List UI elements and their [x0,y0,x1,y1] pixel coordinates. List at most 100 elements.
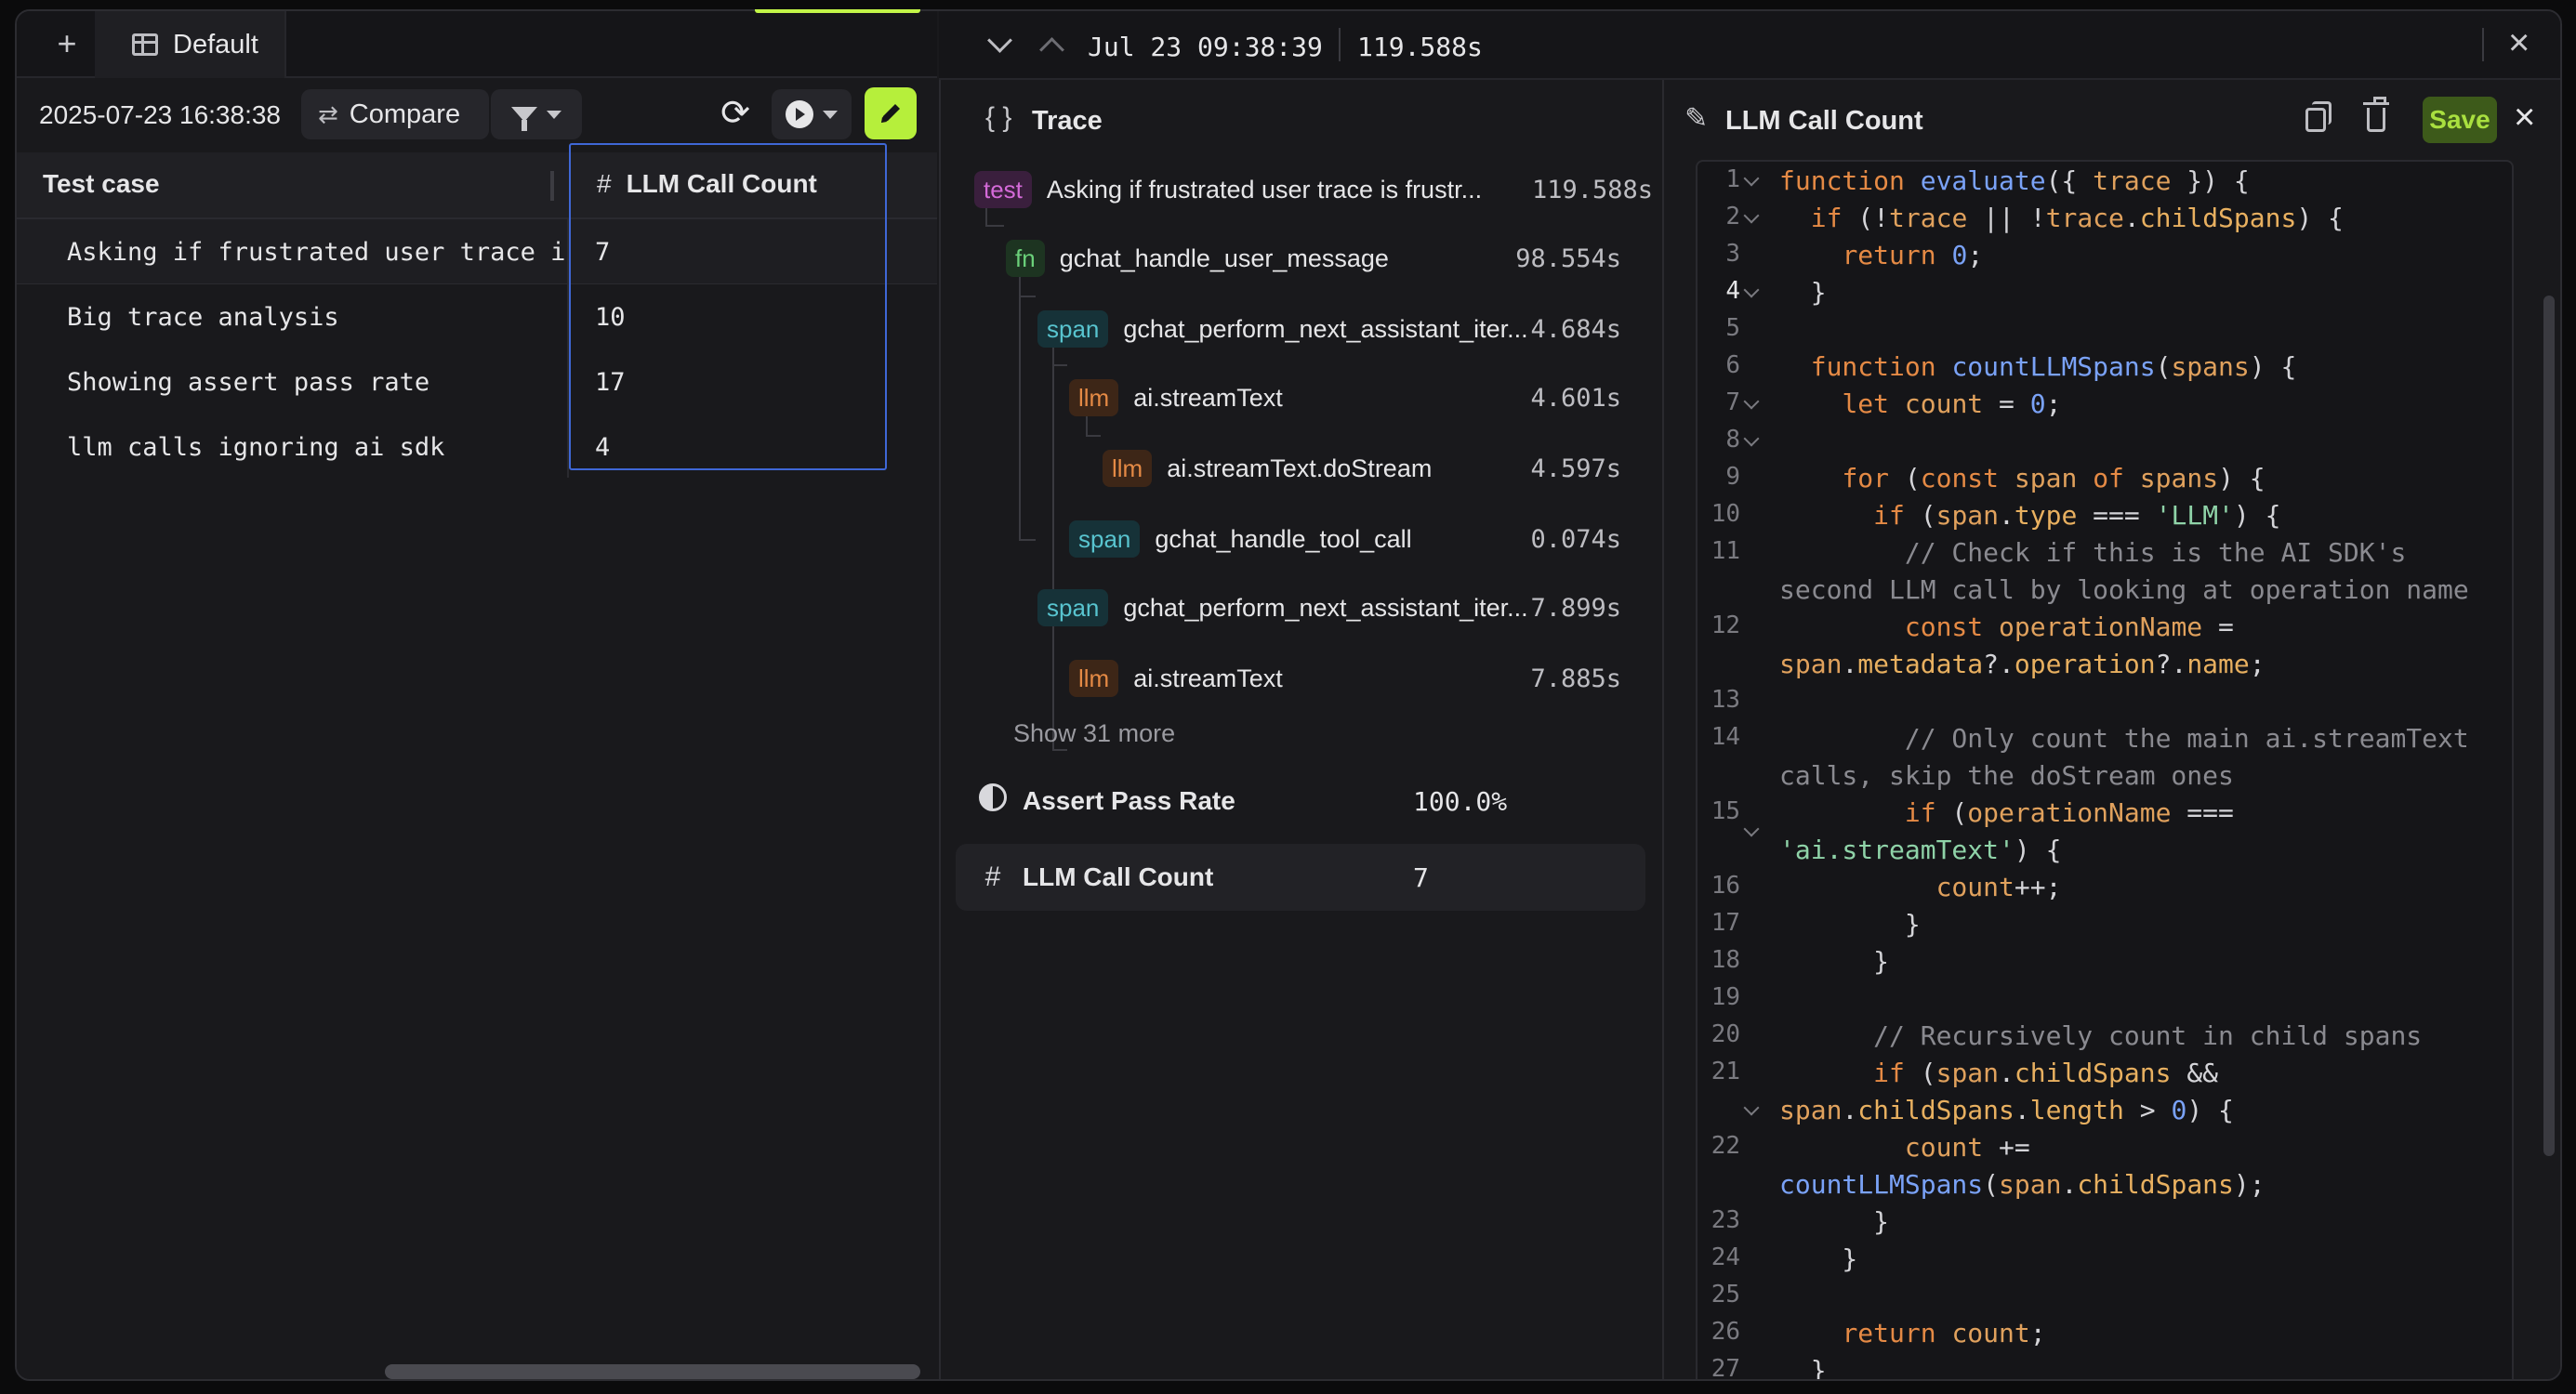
tree-line [1052,749,1067,751]
score-name: Assert Pass Rate [1023,786,1235,815]
show-more-link[interactable]: Show 31 more [1013,719,1175,748]
line-number: 22 [1711,1132,1740,1160]
run-timestamp[interactable]: 2025-07-23 16:38:38 [39,100,281,130]
trace-node[interactable]: llm ai.streamText 4.601s [1069,375,1681,420]
tab-bar: + Default [17,11,937,78]
tree-line [1052,320,1054,608]
column-resize-handle[interactable] [550,171,554,201]
divider [1339,28,1341,61]
trace-node[interactable]: llm ai.streamText.doStream 4.597s [1103,446,1681,491]
column-header-test-case[interactable]: Test case [43,169,160,199]
fold-chevron-icon[interactable] [1743,282,1760,298]
refresh-icon[interactable]: ⟳ [716,95,755,134]
trace-duration: 119.588s [1357,32,1483,62]
test-badge: test [974,171,1032,208]
close-icon[interactable]: × [2514,99,2535,136]
code-line: } [1779,1206,1890,1237]
filter-button[interactable] [491,89,582,139]
line-number: 15 [1711,797,1740,825]
trace-node-name: ai.streamText.doStream [1167,454,1433,482]
test-case-name: Showing assert pass rate [67,368,430,397]
trash-icon[interactable] [2363,97,2389,132]
line-number: 3 [1725,240,1740,268]
trace-node[interactable]: test Asking if frustrated user trace is … [974,167,1681,212]
chevron-down-icon [547,110,561,119]
close-icon[interactable]: × [2508,24,2530,61]
tree-line [1019,296,1036,297]
line-number: 1 [1725,165,1740,193]
test-case-name: llm calls ignoring ai sdk [67,433,445,462]
line-number: 9 [1725,463,1740,491]
save-button[interactable]: Save [2423,97,2497,143]
copy-icon[interactable] [2305,101,2332,132]
line-number: 17 [1711,909,1740,937]
code-line: return 0; [1842,240,1984,270]
trace-node-name: ai.streamText [1133,383,1283,412]
fold-chevron-icon[interactable] [1743,207,1760,224]
span-badge: span [1037,589,1109,626]
code-line: } [1779,909,1921,940]
span-badge: span [1037,310,1109,348]
braces-icon: { } [985,102,1012,133]
tab-default[interactable]: Default [95,11,286,78]
line-number: 23 [1711,1206,1740,1234]
code-line: second LLM call by looking at operation … [1779,574,2469,605]
line-number: 4 [1725,277,1740,305]
run-button[interactable] [772,89,852,139]
vertical-scrollbar[interactable] [2543,296,2555,1156]
filter-icon [511,107,537,131]
selected-column-highlight [569,143,887,470]
trace-node[interactable]: llm ai.streamText 7.885s [1069,656,1681,701]
line-number: 19 [1711,983,1740,1011]
code-editor[interactable]: 1 2 3 4 5 6 7 8 9 10 11 12 13 14 15 16 17 18 19 20 21 22 23 24 2… [1696,160,2514,1381]
trace-node[interactable]: span gchat_perform_next_assistant_iter..… [1037,307,1681,351]
code-line: calls, skip the doStream ones [1779,760,2234,791]
trace-node-duration: 0.074s [1530,524,1621,554]
code-line: countLLMSpans(span.childSpans); [1779,1169,2266,1200]
code-line: } [1779,1243,1858,1274]
trace-topbar: Jul 23 09:38:39 119.588s × [939,11,2560,80]
trace-node-name: gchat_perform_next_assistant_iter... [1123,314,1528,343]
code-line: if (operationName === [1904,797,2234,828]
code-line: } [1779,946,1890,977]
tab-default-label: Default [173,29,258,59]
code-line: const operationName = [1904,612,2234,642]
line-number: 18 [1711,946,1740,974]
trace-node[interactable]: span gchat_handle_tool_call 0.074s [1069,517,1681,561]
code-line: } [1779,1355,1827,1381]
fold-chevron-icon[interactable] [1743,821,1760,837]
horizontal-scrollbar[interactable] [385,1364,920,1379]
compare-icon: ⇄ [318,99,338,128]
code-line: span.childSpans.length > 0) { [1779,1095,2234,1125]
line-number: 20 [1711,1020,1740,1048]
pencil-icon [881,104,900,123]
trace-node-name: gchat_handle_user_message [1059,243,1389,272]
span-badge: span [1069,520,1141,558]
trace-node-name: ai.streamText [1133,664,1283,692]
fold-chevron-icon[interactable] [1743,170,1760,187]
score-row-assert-pass-rate[interactable]: Assert Pass Rate 100.0% [956,768,1645,835]
prev-row-chevron-up-icon[interactable] [1037,30,1065,58]
line-number: 5 [1725,314,1740,342]
trace-title: Trace [1032,106,1103,136]
next-row-chevron-down-icon[interactable] [985,30,1013,58]
edit-button[interactable] [865,87,917,139]
compare-button[interactable]: ⇄ Compare [301,89,489,139]
trace-node[interactable]: fn gchat_handle_user_message 98.554s [1006,236,1681,281]
fold-chevron-icon[interactable] [1743,1099,1760,1116]
fold-chevron-icon[interactable] [1743,430,1760,447]
scorer-editor-pane: ✎ LLM Call Count Save × 1 2 3 4 5 6 7 8 9 10 11 12 1… [1662,80,2560,1381]
trace-node[interactable]: span gchat_perform_next_assistant_iter..… [1037,585,1681,630]
trace-node-duration: 4.684s [1530,314,1621,344]
llm-badge: llm [1069,379,1119,416]
score-row-llm-call-count[interactable]: # LLM Call Count 7 [956,844,1645,911]
fn-badge: fn [1006,240,1045,277]
trace-node-duration: 98.554s [1515,243,1621,273]
play-icon [786,100,813,128]
code-line: if (span.type === 'LLM') { [1873,500,2281,531]
compare-label: Compare [349,99,461,129]
score-value: 100.0% [1413,785,1508,817]
plus-icon[interactable]: + [50,27,84,61]
active-accent-bar [755,9,920,13]
fold-chevron-icon[interactable] [1743,393,1760,410]
